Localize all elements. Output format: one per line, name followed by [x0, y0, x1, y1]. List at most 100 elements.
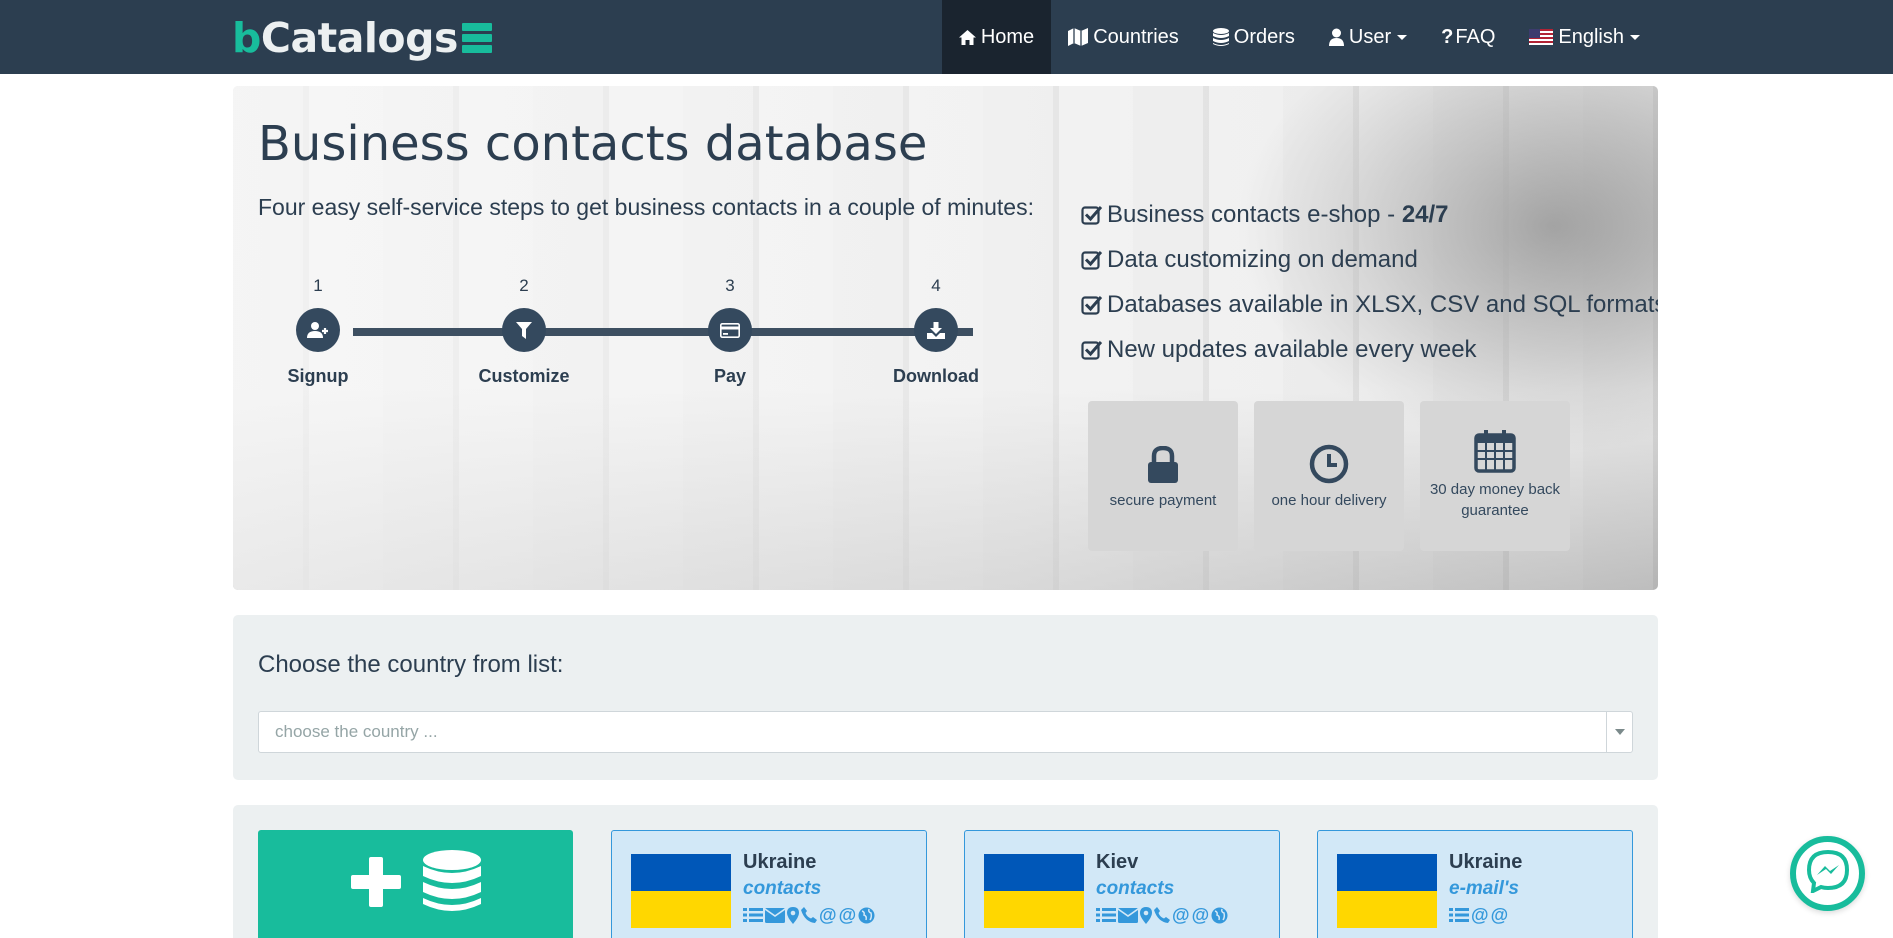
envelope-icon — [1118, 907, 1138, 923]
list-icon — [1096, 907, 1116, 923]
badge-secure-payment: secure payment — [1088, 401, 1238, 551]
feature-item: Business contacts e-shop - 24/7 — [1081, 192, 1658, 237]
step-label: Signup — [287, 366, 349, 386]
catalog-cards: Ukraine contacts @ @ Kiev contacts @ @ U… — [233, 805, 1658, 938]
steps-line — [353, 328, 973, 336]
globe-icon — [858, 907, 875, 924]
card-type: e-mail's — [1449, 878, 1519, 899]
brand-logo[interactable]: bCatalogs — [232, 16, 492, 60]
nav-language-dropdown[interactable]: English — [1512, 0, 1657, 74]
at-icon: @ — [838, 905, 857, 925]
country-chooser-title: Choose the country from list: — [258, 651, 564, 678]
nav-user-dropdown[interactable]: User — [1312, 0, 1424, 74]
check-square-icon — [1081, 204, 1103, 226]
chevron-down-icon[interactable] — [1606, 712, 1632, 752]
page-title: Business contacts database — [258, 116, 928, 172]
check-square-icon — [1081, 294, 1103, 316]
hero-jumbotron: Business contacts database Four easy sel… — [233, 86, 1658, 590]
card-type: contacts — [743, 878, 822, 899]
card-country-name: Kiev — [1096, 851, 1139, 873]
step-label: Customize — [478, 366, 570, 386]
country-chooser: Choose the country from list: choose the… — [233, 615, 1658, 780]
feature-text: Data customizing on demand — [1107, 245, 1418, 273]
messenger-chat-button[interactable] — [1790, 836, 1865, 911]
badge-one-hour-delivery: one hour delivery — [1254, 401, 1404, 551]
nav-home-label: Home — [980, 25, 1035, 48]
step-label: Download — [893, 366, 979, 386]
steps-progress: 1 Signup 2 Customize 3 Pay 4 Download — [263, 274, 1023, 394]
catalog-card-kiev-contacts[interactable]: Kiev contacts @ @ — [964, 830, 1280, 938]
badge-label: 30 day money back guarantee — [1429, 481, 1561, 519]
step-download: 4 Download — [881, 274, 991, 387]
hero-subtitle: Four easy self-service steps to get busi… — [258, 194, 1034, 220]
feature-item: New updates available every week — [1081, 327, 1658, 372]
card-fields: @ @ — [1096, 906, 1228, 924]
globe-icon — [1211, 907, 1228, 924]
nav-home[interactable]: Home — [941, 0, 1052, 74]
at-icon: @ — [1191, 905, 1210, 925]
filter-icon — [502, 308, 546, 352]
at-icon: @ — [819, 905, 837, 925]
messenger-icon — [1806, 849, 1850, 898]
at-icon: @ — [1490, 905, 1509, 925]
feature-text: New updates available every week — [1107, 335, 1477, 363]
feature-item: Databases available in XLSX, CSV and SQL… — [1081, 282, 1658, 327]
database-icon — [422, 849, 481, 919]
card-fields: @ @ — [743, 906, 875, 924]
map-marker-icon — [787, 906, 799, 924]
nav-orders-label: Orders — [1233, 25, 1295, 48]
check-square-icon — [1081, 339, 1103, 361]
add-database-card[interactable] — [258, 830, 573, 938]
step-number: 4 — [931, 276, 941, 295]
nav-language-label: English — [1558, 25, 1624, 48]
feature-text: Databases available in XLSX, CSV and SQL… — [1107, 290, 1658, 318]
at-icon: @ — [1172, 905, 1190, 925]
card-fields: @ @ — [1449, 906, 1508, 924]
envelope-icon — [765, 907, 785, 923]
home-icon — [958, 29, 976, 45]
caret-down-icon — [1397, 34, 1408, 40]
user-plus-icon — [296, 308, 340, 352]
nav-user-label: User — [1348, 25, 1392, 48]
phone-icon — [801, 907, 817, 923]
step-number: 2 — [519, 276, 529, 295]
map-icon — [1068, 28, 1089, 46]
map-marker-icon — [1140, 906, 1152, 924]
clock-icon — [1309, 442, 1349, 484]
brand-text: bCatalogs — [232, 13, 458, 62]
nav-countries-label: Countries — [1093, 25, 1179, 48]
catalog-card-ukraine-contacts[interactable]: Ukraine contacts @ @ — [611, 830, 927, 938]
lock-icon — [1147, 442, 1179, 484]
feature-item: Data customizing on demand — [1081, 237, 1658, 282]
nav-faq[interactable]: ? FAQ — [1424, 0, 1512, 74]
ukraine-flag-icon — [1337, 854, 1437, 928]
ukraine-flag-icon — [984, 854, 1084, 928]
check-square-icon — [1081, 249, 1103, 271]
download-icon — [914, 308, 958, 352]
nav-faq-label: FAQ — [1455, 25, 1496, 48]
user-icon — [1328, 28, 1344, 46]
list-icon — [1449, 907, 1469, 923]
caret-down-icon — [1630, 34, 1640, 40]
question-icon: ? — [1441, 25, 1454, 48]
nav-orders[interactable]: Orders — [1196, 0, 1312, 74]
step-pay: 3 Pay — [675, 274, 785, 387]
calendar-icon — [1474, 430, 1516, 473]
nav-countries[interactable]: Countries — [1051, 0, 1196, 74]
badge-money-back: 30 day money back guarantee — [1420, 401, 1570, 551]
phone-icon — [1154, 907, 1170, 923]
country-select[interactable]: choose the country ... — [258, 711, 1633, 753]
guarantee-badges: secure payment one hour delivery 30 day … — [1088, 401, 1570, 551]
feature-text: Business contacts e-shop - — [1107, 200, 1396, 228]
plus-icon — [350, 856, 401, 912]
database-icon — [1212, 27, 1229, 47]
database-stack-icon — [461, 23, 492, 53]
card-country-name: Ukraine — [743, 851, 817, 873]
step-signup: 1 Signup — [263, 274, 373, 387]
feature-highlight: 24/7 — [1401, 200, 1449, 228]
ukraine-flag-icon — [631, 854, 731, 928]
catalog-card-ukraine-emails[interactable]: Ukraine e-mail's @ @ — [1317, 830, 1633, 938]
step-number: 3 — [725, 276, 735, 295]
step-number: 1 — [313, 276, 323, 295]
at-icon: @ — [1471, 905, 1489, 925]
